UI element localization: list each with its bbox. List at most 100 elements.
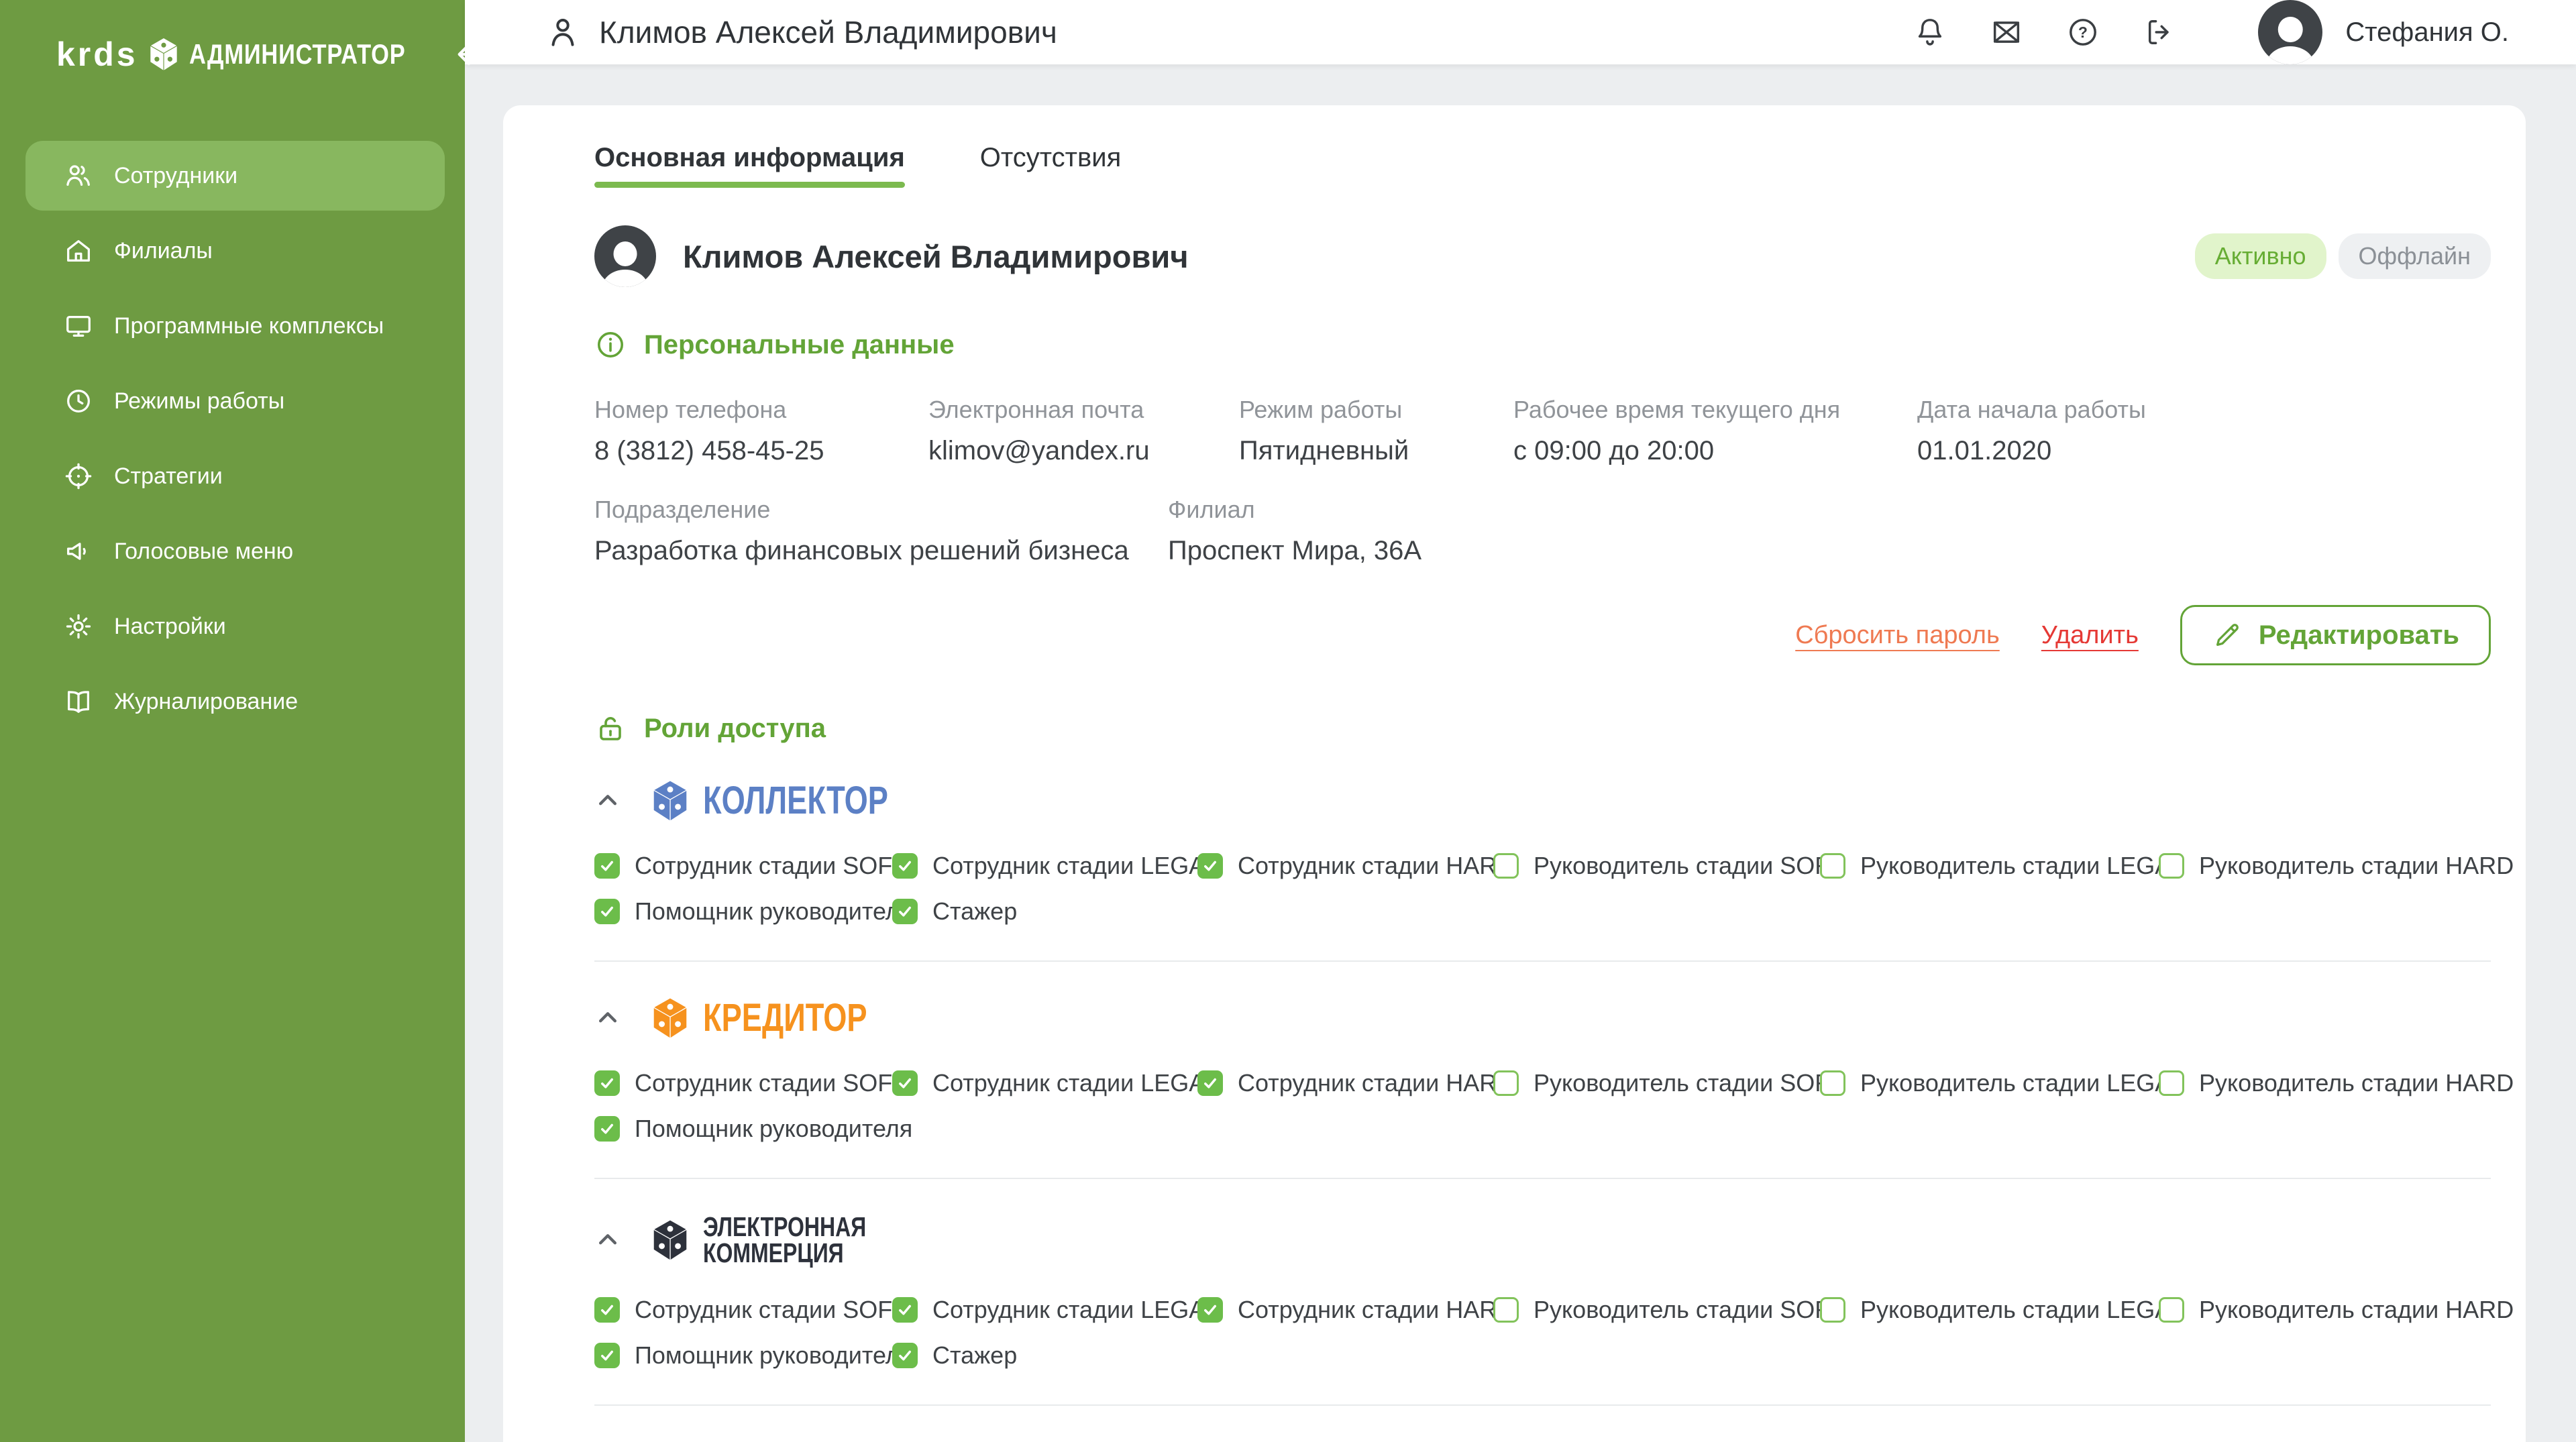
checkbox-icon[interactable]	[2159, 1070, 2184, 1096]
main-area: Климов Алексей Владимирович ? Стефания О…	[465, 0, 2576, 1442]
user-avatar[interactable]	[2258, 0, 2322, 64]
reset-password-link[interactable]: Сбросить пароль	[1795, 621, 2000, 650]
logo-cube-icon	[149, 37, 178, 72]
logo-administrator-text: АДМИНИСТРАТОР	[189, 38, 406, 70]
notifications-bell-icon[interactable]	[1911, 13, 1949, 52]
checkbox-icon[interactable]	[892, 853, 918, 879]
role-checkbox-item[interactable]: Сотрудник стадии HARD	[1197, 1296, 1493, 1324]
checkbox-icon[interactable]	[2159, 1297, 2184, 1323]
role-checkbox-item[interactable]: Помощник руководителя	[594, 897, 892, 926]
role-section-header: КОЛЛЕКТОР	[594, 779, 2491, 822]
chevron-up-icon[interactable]	[594, 1227, 621, 1254]
role-checkbox-item[interactable]: Помощник руководителя	[594, 1115, 892, 1143]
checkbox-icon[interactable]	[892, 1070, 918, 1096]
role-label: Сотрудник стадии LEGAL	[932, 1296, 1218, 1324]
role-checkbox-item[interactable]: Сотрудник стадии SOFT	[594, 1296, 892, 1324]
sidebar-item-strategies[interactable]: Стратегии	[25, 441, 445, 511]
checkbox-icon[interactable]	[1197, 1297, 1223, 1323]
checkbox-icon[interactable]	[594, 1070, 620, 1096]
checkbox-icon[interactable]	[1197, 1070, 1223, 1096]
checkbox-icon[interactable]	[1493, 853, 1519, 879]
role-label: Сотрудник стадии HARD	[1238, 1296, 1514, 1324]
sidebar-item-branches[interactable]: Филиалы	[25, 216, 445, 286]
checkbox-icon[interactable]	[594, 1116, 620, 1142]
checkbox-icon[interactable]	[1493, 1297, 1519, 1323]
role-label: Руководитель стадии LEGAL	[1860, 1069, 2184, 1097]
role-checkbox-item[interactable]: Руководитель стадии HARD	[2159, 1069, 2491, 1097]
role-checkbox-item[interactable]: Руководитель стадии LEGAL	[1820, 1069, 2159, 1097]
checkbox-icon[interactable]	[1820, 853, 1845, 879]
checkbox-icon[interactable]	[1493, 1070, 1519, 1096]
sidebar-item-voice-menus[interactable]: Голосовые меню	[25, 516, 445, 586]
role-checkbox-item[interactable]: Руководитель стадии SOFT	[1493, 1296, 1820, 1324]
role-checkbox-item[interactable]: Помощник руководителя	[594, 1341, 892, 1370]
user-name[interactable]: Стефания О.	[2345, 17, 2509, 48]
personal-fields-row1: Номер телефона 8 (3812) 458-45-25 Электр…	[594, 396, 2491, 466]
role-label: Сотрудник стадии LEGAL	[932, 1069, 1218, 1097]
personal-data-header: Персональные данные	[594, 329, 2491, 361]
sidebar-item-logging[interactable]: Журналирование	[25, 667, 445, 736]
role-label: Руководитель стадии SOFT	[1534, 1296, 1844, 1324]
checkbox-icon[interactable]	[1820, 1070, 1845, 1096]
chevron-up-icon[interactable]	[594, 1005, 621, 1032]
checkbox-icon[interactable]	[892, 899, 918, 924]
role-checkbox-item[interactable]: Сотрудник стадии LEGAL	[892, 1296, 1197, 1324]
actions-row: Сбросить пароль Удалить Редактировать	[594, 605, 2491, 665]
role-section: КРЕДИТОР Сотрудник стадии SOFT Сотрудник…	[594, 997, 2491, 1179]
role-checkbox-item[interactable]: Сотрудник стадии SOFT	[594, 852, 892, 880]
role-section-header: КРЕДИТОР	[594, 997, 2491, 1040]
gear-icon	[63, 611, 94, 642]
delete-link[interactable]: Удалить	[2041, 621, 2139, 650]
tab-main-info[interactable]: Основная информация	[594, 143, 905, 188]
checkbox-icon[interactable]	[594, 899, 620, 924]
role-checkbox-item[interactable]: Руководитель стадии HARD	[2159, 852, 2491, 880]
checkbox-icon[interactable]	[892, 1343, 918, 1368]
mail-icon[interactable]	[1987, 13, 2026, 52]
checkbox-icon[interactable]	[1820, 1297, 1845, 1323]
checkbox-icon[interactable]	[594, 853, 620, 879]
role-checkbox-item[interactable]: Стажер	[892, 1341, 1197, 1370]
role-checkbox-item[interactable]: Сотрудник стадии HARD	[1197, 852, 1493, 880]
app-logo: krds АДМИНИСТРАТОР	[56, 35, 453, 74]
role-checkbox-item[interactable]: Руководитель стадии SOFT	[1493, 1069, 1820, 1097]
checkbox-icon[interactable]	[1197, 853, 1223, 879]
role-checkbox-item[interactable]: Сотрудник стадии SOFT	[594, 1069, 892, 1097]
role-label: Руководитель стадии HARD	[2199, 1069, 2514, 1097]
sidebar-item-employees[interactable]: Сотрудники	[25, 141, 445, 211]
target-icon	[63, 461, 94, 492]
users-icon	[63, 160, 94, 191]
role-label: Сотрудник стадии SOFT	[635, 1069, 907, 1097]
role-label: Руководитель стадии HARD	[2199, 852, 2514, 880]
role-label: Сотрудник стадии HARD	[1238, 852, 1514, 880]
home-icon	[63, 235, 94, 266]
profile-row: Климов Алексей Владимирович Активно Оффл…	[594, 225, 2491, 287]
sidebar-item-work-modes[interactable]: Режимы работы	[25, 366, 445, 436]
role-label: Сотрудник стадии LEGAL	[932, 852, 1218, 880]
role-checkbox-item[interactable]: Сотрудник стадии LEGAL	[892, 1069, 1197, 1097]
speaker-icon	[63, 536, 94, 567]
logout-icon[interactable]	[2140, 13, 2179, 52]
role-checkbox-item[interactable]: Сотрудник стадии HARD	[1197, 1069, 1493, 1097]
sidebar-item-label: Настройки	[114, 614, 226, 640]
chevron-up-icon[interactable]	[594, 787, 621, 814]
role-label: Руководитель стадии LEGAL	[1860, 1296, 2184, 1324]
section-divider	[594, 1404, 2491, 1406]
checkbox-icon[interactable]	[594, 1343, 620, 1368]
checkbox-icon[interactable]	[594, 1297, 620, 1323]
role-checkbox-item[interactable]: Руководитель стадии SOFT	[1493, 852, 1820, 880]
edit-button[interactable]: Редактировать	[2180, 605, 2491, 665]
sidebar-item-software[interactable]: Программные комплексы	[25, 291, 445, 361]
tab-absences[interactable]: Отсутствия	[980, 143, 1121, 188]
field-department: Подразделение Разработка финансовых реше…	[594, 496, 1168, 566]
role-checkbox-item[interactable]: Руководитель стадии HARD	[2159, 1296, 2491, 1324]
sidebar-item-settings[interactable]: Настройки	[25, 592, 445, 661]
roles-sections: КОЛЛЕКТОР Сотрудник стадии SOFT Сотрудни…	[594, 779, 2491, 1442]
help-icon[interactable]: ?	[2063, 13, 2102, 52]
role-checkbox-item[interactable]: Руководитель стадии LEGAL	[1820, 1296, 2159, 1324]
app: krds АДМИНИСТРАТОР	[0, 0, 2576, 1442]
role-checkbox-item[interactable]: Сотрудник стадии LEGAL	[892, 852, 1197, 880]
checkbox-icon[interactable]	[2159, 853, 2184, 879]
role-checkbox-item[interactable]: Руководитель стадии LEGAL	[1820, 852, 2159, 880]
role-checkbox-item[interactable]: Стажер	[892, 897, 1197, 926]
checkbox-icon[interactable]	[892, 1297, 918, 1323]
